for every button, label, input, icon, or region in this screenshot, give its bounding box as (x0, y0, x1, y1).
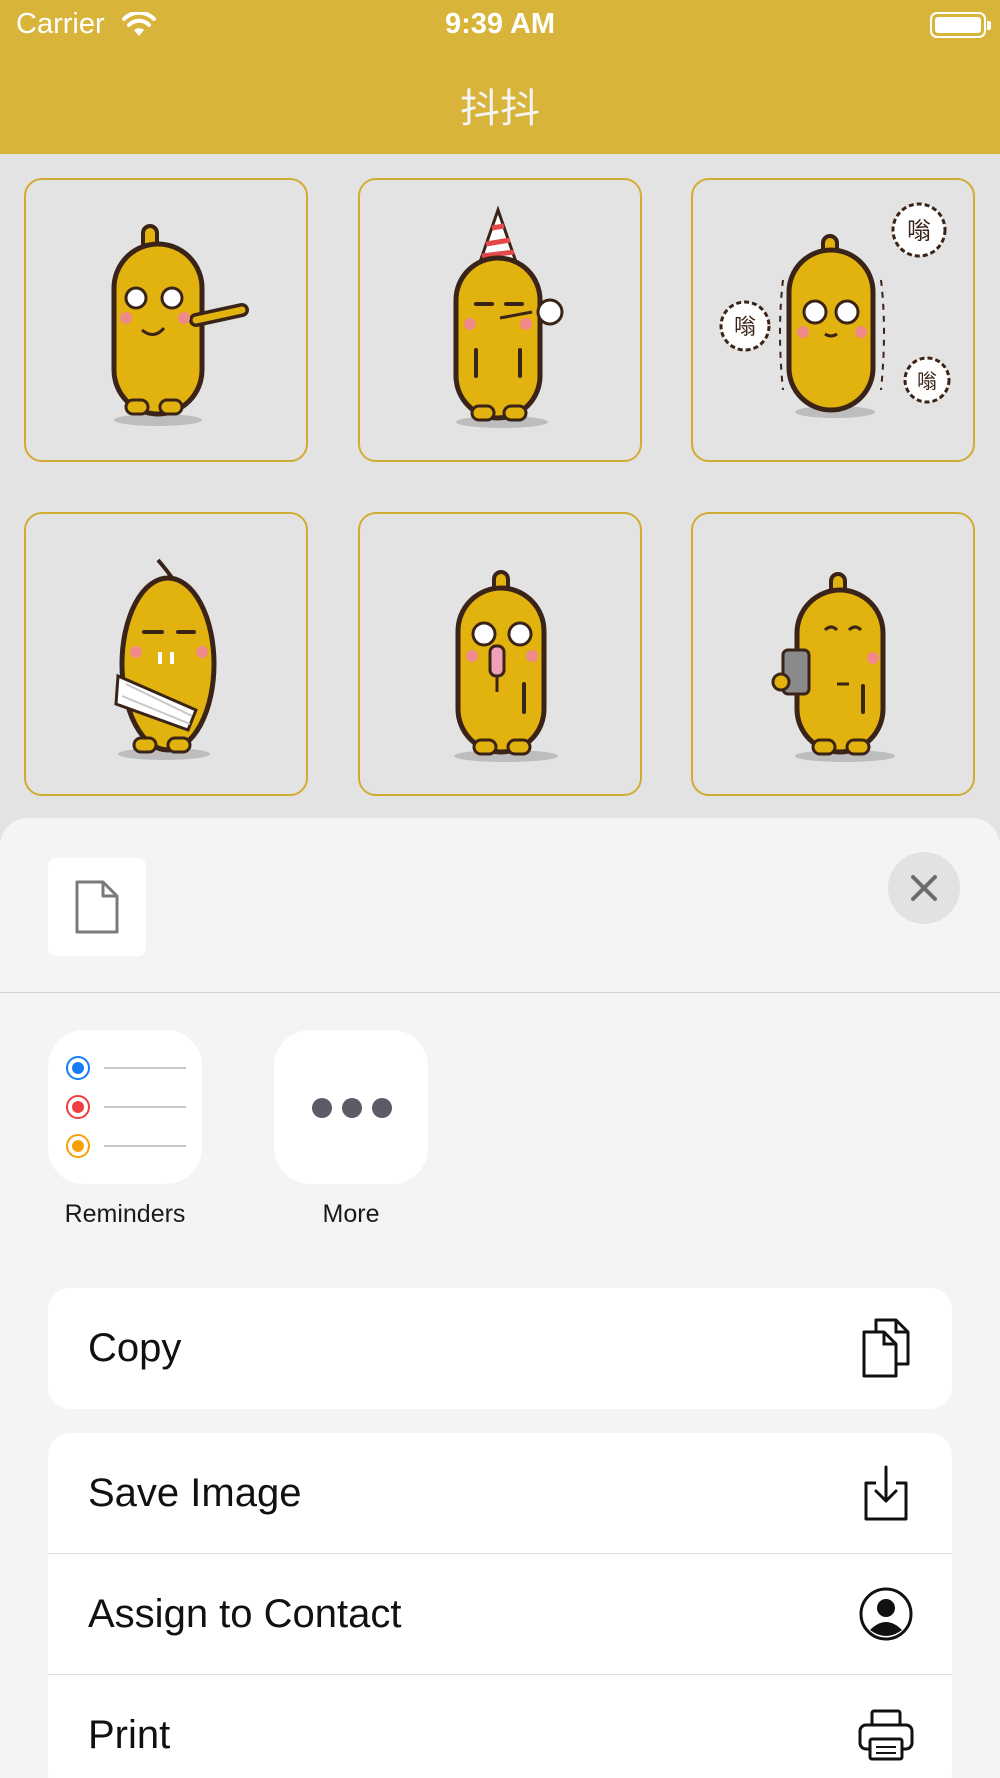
share-sheet: Reminders More Copy Save Image Assign to… (0, 818, 1000, 1778)
clock: 9:39 AM (444, 8, 556, 40)
more-icon (312, 1098, 392, 1118)
actions-card: Save Image Assign to Contact Print (48, 1433, 952, 1778)
print-icon (854, 1703, 918, 1767)
document-icon (75, 880, 119, 934)
sticker-cell-3[interactable]: 嗡 嗡 嗡 (691, 178, 975, 462)
bubble-text-3: 嗡 (917, 369, 937, 393)
divider (0, 992, 1000, 993)
sticker-cell-2[interactable] (358, 178, 642, 462)
sticker-cell-5[interactable] (358, 512, 642, 796)
sticker-pointing-image (111, 224, 249, 426)
red-dot-icon (66, 1095, 90, 1119)
copy-icon (854, 1316, 918, 1380)
save-image-action[interactable]: Save Image (48, 1433, 952, 1554)
sticker-popsicle-image (454, 570, 558, 762)
sticker-cell-4[interactable] (24, 512, 308, 796)
close-button[interactable] (888, 852, 960, 924)
reminders-app-button[interactable] (48, 1030, 202, 1184)
print-label: Print (88, 1713, 171, 1757)
more-app-button[interactable] (274, 1030, 428, 1184)
reminders-label: Reminders (64, 1200, 186, 1228)
page-title: 抖抖 (460, 86, 540, 132)
copy-action-card: Copy (48, 1288, 952, 1409)
save-image-label: Save Image (88, 1471, 302, 1515)
document-preview (48, 858, 146, 956)
reminder-line (104, 1106, 186, 1108)
sticker-cell-1[interactable] (24, 178, 308, 462)
sticker-cell-6[interactable] (691, 512, 975, 796)
sticker-shaking-image: 嗡 嗡 嗡 (719, 202, 951, 418)
close-icon (911, 875, 937, 901)
copy-action[interactable]: Copy (48, 1288, 952, 1409)
save-image-icon (854, 1461, 918, 1525)
reminder-row-orange (66, 1134, 186, 1158)
nav-header: Carrier 9:39 AM 抖抖 (0, 0, 1000, 154)
reminder-row-blue (66, 1056, 186, 1080)
blue-dot-icon (66, 1056, 90, 1080)
battery-icon (930, 12, 991, 38)
bubble-text-2: 嗡 (907, 217, 931, 245)
sticker-phone-image (771, 572, 895, 762)
reminder-row-red (66, 1095, 186, 1119)
reminder-line (104, 1145, 186, 1147)
orange-dot-icon (66, 1134, 90, 1158)
print-action[interactable]: Print (48, 1675, 952, 1778)
assign-to-contact-label: Assign to Contact (88, 1592, 402, 1636)
more-label: More (322, 1200, 380, 1228)
sticker-party-hat-image (453, 205, 564, 428)
assign-to-contact-action[interactable]: Assign to Contact (48, 1554, 952, 1675)
contact-icon (854, 1582, 918, 1646)
copy-label: Copy (88, 1326, 182, 1370)
reminder-line (104, 1067, 186, 1069)
status-bar: Carrier 9:39 AM (0, 0, 1000, 52)
sticker-fan-image (114, 558, 217, 760)
bubble-text-1: 嗡 (734, 315, 756, 340)
